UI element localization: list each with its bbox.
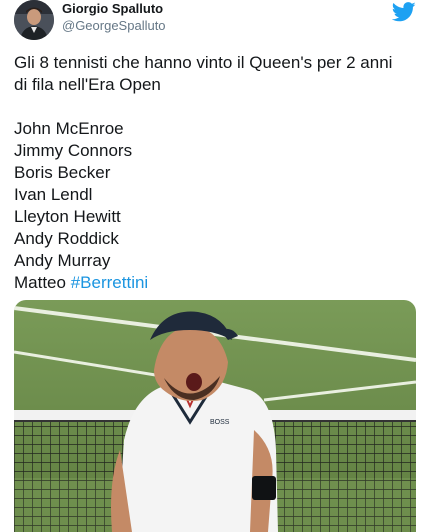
player-name-last: Matteo #Berrettini <box>14 272 419 294</box>
author-block[interactable]: Giorgio Spalluto @GeorgeSpalluto <box>62 1 166 34</box>
player-name: Lleyton Hewitt <box>14 207 121 226</box>
player-name: Boris Becker <box>14 163 111 182</box>
tweet-text: Gli 8 tennisti che hanno vinto il Queen'… <box>14 52 419 294</box>
author-handle[interactable]: @GeorgeSpalluto <box>62 18 166 34</box>
shirt-logo: BOSS <box>210 419 230 426</box>
player-name: John McEnroe <box>14 119 124 138</box>
author-name[interactable]: Giorgio Spalluto <box>62 1 166 17</box>
player-name: Andy Roddick <box>14 229 119 248</box>
tweet-line: di fila nell'Era Open <box>14 75 161 94</box>
tweet-line: Gli 8 tennisti che hanno vinto il Queen'… <box>14 53 393 72</box>
tweet-photo[interactable]: BOSS <box>14 300 416 532</box>
player-name: Jimmy Connors <box>14 141 133 160</box>
avatar[interactable] <box>14 0 54 40</box>
twitter-bird-icon[interactable] <box>392 2 416 22</box>
player-first-name: Matteo <box>14 273 66 292</box>
hashtag-link[interactable]: #Berrettini <box>71 273 148 292</box>
player-name: Ivan Lendl <box>14 185 93 204</box>
player-name: Andy Murray <box>14 251 111 270</box>
